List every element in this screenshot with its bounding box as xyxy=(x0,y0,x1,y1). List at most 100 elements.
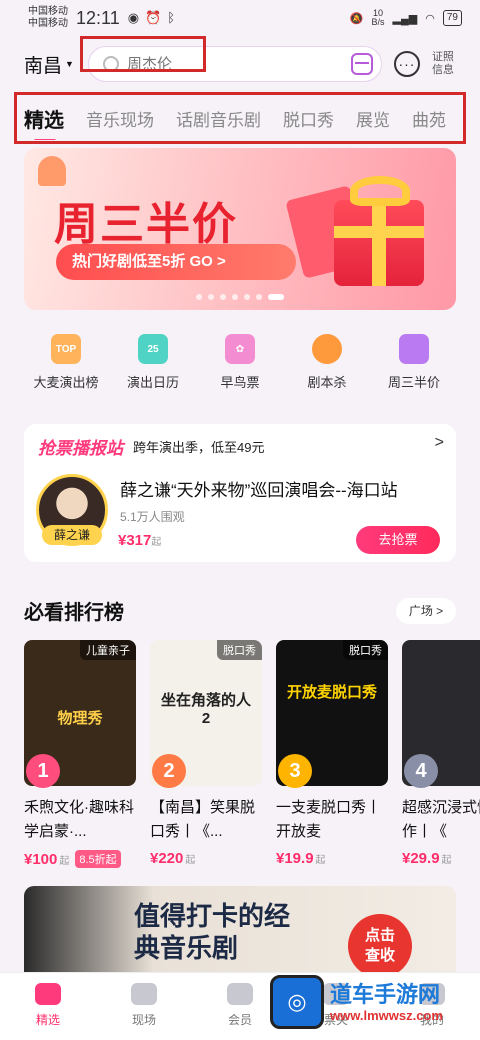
ticket-price: ¥317起 xyxy=(118,532,162,549)
script-game-icon xyxy=(312,334,342,364)
musical-banner[interactable]: 值得打卡的经典音乐剧 点击查收 xyxy=(24,886,456,976)
carousel-dot xyxy=(208,294,214,300)
gift-icon xyxy=(399,334,429,364)
card-name: 一支麦脱口秀丨开放麦 xyxy=(276,799,382,840)
musical-banner-text: 值得打卡的经典音乐剧 xyxy=(134,901,291,963)
nav-label: 精选 xyxy=(35,1013,60,1027)
search-bar[interactable] xyxy=(87,46,382,82)
ticket-title: 薛之谦“天外来物”巡回演唱会--海口站 xyxy=(120,481,398,500)
scan-icon[interactable] xyxy=(350,53,373,75)
grab-ticket-button[interactable]: 去抢票 xyxy=(356,526,440,554)
tab-live-music[interactable]: 音乐现场 xyxy=(86,106,154,131)
ranking-card[interactable]: 娱乐 4 超感沉浸式悚力作丨《 ¥29.9起 xyxy=(402,640,480,870)
banner-subtitle: 热门好剧低至5折 GO > xyxy=(56,244,296,280)
nav-item-featured[interactable]: 精选 xyxy=(13,983,83,1040)
ranking-card[interactable]: 脱口秀 坐在角落的人2 2 【南昌】笑果脱口秀丨《... ¥220 起 xyxy=(150,640,262,870)
wifi-icon: ◠ xyxy=(425,12,435,25)
ranking-cards: 儿童亲子 物理秀 1 禾煦文化·趣味科学启蒙·... ¥100 起 8.5折起 脱口… xyxy=(24,640,480,870)
card-price: ¥220 起 xyxy=(150,850,196,867)
poster-tag: 脱口秀 xyxy=(343,640,388,660)
quick-entry-early-bird[interactable]: ✿ 早鸟票 xyxy=(198,334,282,391)
poster-tag: 儿童亲子 xyxy=(80,640,136,660)
discount-badge: 8.5折起 xyxy=(75,850,121,868)
net-speed: 10 B/s xyxy=(371,8,385,27)
ticket-broadcast-card[interactable]: 抢票播报站 跨年演出季，低至49元 > 薛之谦 薛之谦“天外来物”巡回演唱会--… xyxy=(24,424,456,562)
quick-entry-label: 演出日历 xyxy=(126,375,179,390)
rank-number: 1 xyxy=(26,754,60,788)
eye-icon: ◉ xyxy=(127,10,140,25)
city-selector[interactable]: 南昌 ▼ xyxy=(24,51,74,78)
carousel-dot xyxy=(256,294,262,300)
carrier-info: 中国移动 中国移动 xyxy=(28,6,68,30)
poster-text: 坐在角落的人2 xyxy=(160,692,251,727)
mute-icon: 🔕 xyxy=(349,12,364,25)
carousel-dot-active xyxy=(268,294,284,300)
card-name: 【南昌】笑果脱口秀丨《... xyxy=(150,799,256,840)
clock: 12:11 xyxy=(76,7,120,28)
nav-label: 现场 xyxy=(131,1013,156,1027)
quick-entry-chart[interactable]: TOP 大麦演出榜 xyxy=(24,334,108,391)
quick-entry-calendar[interactable]: 25 演出日历 xyxy=(111,334,195,391)
search-input[interactable] xyxy=(126,55,327,73)
poster-text: 开放麦脱口秀 xyxy=(286,684,377,701)
caret-down-icon: ▼ xyxy=(65,59,74,69)
carousel-dot xyxy=(196,294,202,300)
nav-label: 会员 xyxy=(227,1013,252,1027)
quick-entry-script-game[interactable]: 剧本杀 xyxy=(285,334,369,391)
tab-quyuan[interactable]: 曲苑 xyxy=(412,106,446,131)
nav-item-live[interactable]: 现场 xyxy=(109,983,179,1040)
quick-entries: TOP 大麦演出榜 25 演出日历 ✿ 早鸟票 剧本杀 周三半价 xyxy=(24,334,456,391)
poster-text: 物理秀 xyxy=(57,710,103,727)
nav-item-vip[interactable]: 会员 xyxy=(205,983,275,1040)
home-icon xyxy=(35,983,61,1005)
gift-bow-image xyxy=(350,176,410,206)
card-price: ¥29.9 起 xyxy=(402,850,452,867)
ranking-title: 必看排行榜 xyxy=(24,602,124,624)
status-bar: 中国移动 中国移动 12:11 ◉ ⏰ ᛒ 🔕 10 B/s ▂▄▆ ◠ 79 xyxy=(0,0,480,36)
quick-entry-label: 大麦演出榜 xyxy=(33,375,99,390)
poster-tag: 脱口秀 xyxy=(217,640,262,660)
tab-exhibition[interactable]: 展览 xyxy=(356,106,390,131)
ranking-more-button[interactable]: 广场 > xyxy=(396,598,456,624)
carousel-dot xyxy=(232,294,238,300)
chevron-right-icon[interactable]: > xyxy=(435,434,444,452)
bluetooth-icon: ᛒ xyxy=(167,10,176,25)
card-price: ¥100 起 8.5折起 xyxy=(24,850,136,868)
ranking-card[interactable]: 儿童亲子 物理秀 1 禾煦文化·趣味科学启蒙·... ¥100 起 8.5折起 xyxy=(24,640,136,870)
carrier-1: 中国移动 xyxy=(28,6,68,17)
ranking-card[interactable]: 脱口秀 开放麦脱口秀 3 一支麦脱口秀丨开放麦 ¥19.9 起 xyxy=(276,640,388,870)
vip-icon xyxy=(227,983,253,1005)
carrier-2: 中国移动 xyxy=(28,18,68,29)
early-bird-icon: ✿ xyxy=(225,334,255,364)
bell-icon xyxy=(38,156,66,186)
card-price: ¥19.9 起 xyxy=(276,850,326,867)
quick-entry-label: 剧本杀 xyxy=(307,375,347,390)
cert-info-link[interactable]: 证照信息 xyxy=(430,51,456,77)
rank-number: 4 xyxy=(404,754,438,788)
avatar-name: 薛之谦 xyxy=(42,525,102,545)
tab-drama-musical[interactable]: 话剧音乐剧 xyxy=(176,106,261,131)
musical-banner-badge[interactable]: 点击查收 xyxy=(348,914,412,976)
live-icon xyxy=(131,983,157,1005)
carousel-dot xyxy=(244,294,250,300)
tab-standup[interactable]: 脱口秀 xyxy=(283,106,334,131)
ticket-header: 抢票播报站 跨年演出季，低至49元 xyxy=(38,434,264,459)
header: 南昌 ▼ ··· 证照信息 xyxy=(0,40,480,88)
gift-box-image xyxy=(334,200,424,286)
message-icon[interactable]: ··· xyxy=(393,51,420,77)
carousel-dot xyxy=(220,294,226,300)
rank-number: 2 xyxy=(152,754,186,788)
promo-banner[interactable]: 周三半价 热门好剧低至5折 GO > xyxy=(24,148,456,310)
calendar-icon: 25 xyxy=(138,334,168,364)
quick-entry-half-price[interactable]: 周三半价 xyxy=(372,334,456,391)
carousel-dots xyxy=(24,294,456,300)
watermark-name: 道车手游网 xyxy=(330,981,441,1007)
rank-number: 3 xyxy=(278,754,312,788)
signal-icon: ▂▄▆ xyxy=(392,12,418,25)
tab-featured[interactable]: 精选 xyxy=(24,104,64,140)
quick-entry-label: 早鸟票 xyxy=(220,375,260,390)
status-icons: ◉ ⏰ ᛒ xyxy=(128,10,175,26)
watermark-url: www.lmwwsz.com xyxy=(330,1007,443,1023)
ticket-desc: 跨年演出季，低至49元 xyxy=(133,440,265,455)
battery-icon: 79 xyxy=(442,10,462,26)
